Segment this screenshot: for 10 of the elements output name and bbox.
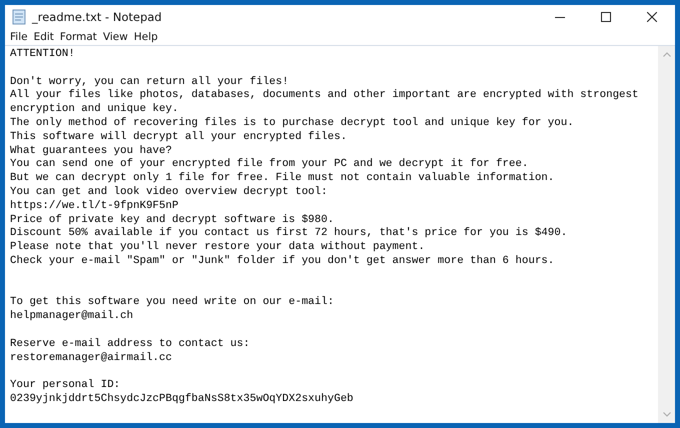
maximize-icon[interactable] xyxy=(601,12,611,22)
window-title: _readme.txt - Notepad xyxy=(32,10,163,24)
menu-item[interactable]: File xyxy=(7,31,31,43)
notepad-icon xyxy=(11,9,27,25)
document-text[interactable]: ATTENTION! Don't worry, you can return all your files! All your files like photos, databases, documents and other important are encrypted with strongest encryption and unique key. The only method of recovering files is to purchase decrypt tool and unique key for you. This software will decrypt all your encrypted files. What guarantees you have? You can send one of your encrypted file from your PC and we decrypt it for free. But we can decrypt only 1 file for free. File must not contain valuable information. You can get and look video overview decrypt tool: https://we.tl/t-9fpnK9F5nP Price of private key and decrypt software is $980. Discount 50% available if you contact us first 72 hours, that's price for you is $490. Please note that you'll never restore your data without payment. Check your e-mail "Spam" or "Junk" folder if you don't get answer more than 6 hours. To get this software you need write on our e-mail: helpmanager@mail.ch Reserve e-mail address to contact us: restoremanager@airmail.cc Your personal ID: 0239yjnkjddrt5ChsydcJzcPBqgfbaNsS8tx35wOqYDX2sxuhyGeb xyxy=(5,46,658,423)
menu-item[interactable]: View xyxy=(100,31,131,43)
menu-item[interactable]: Help xyxy=(130,31,161,43)
menu-item[interactable]: Edit xyxy=(30,31,57,43)
close-icon[interactable] xyxy=(647,12,657,22)
menu-item[interactable]: Format xyxy=(56,31,100,43)
